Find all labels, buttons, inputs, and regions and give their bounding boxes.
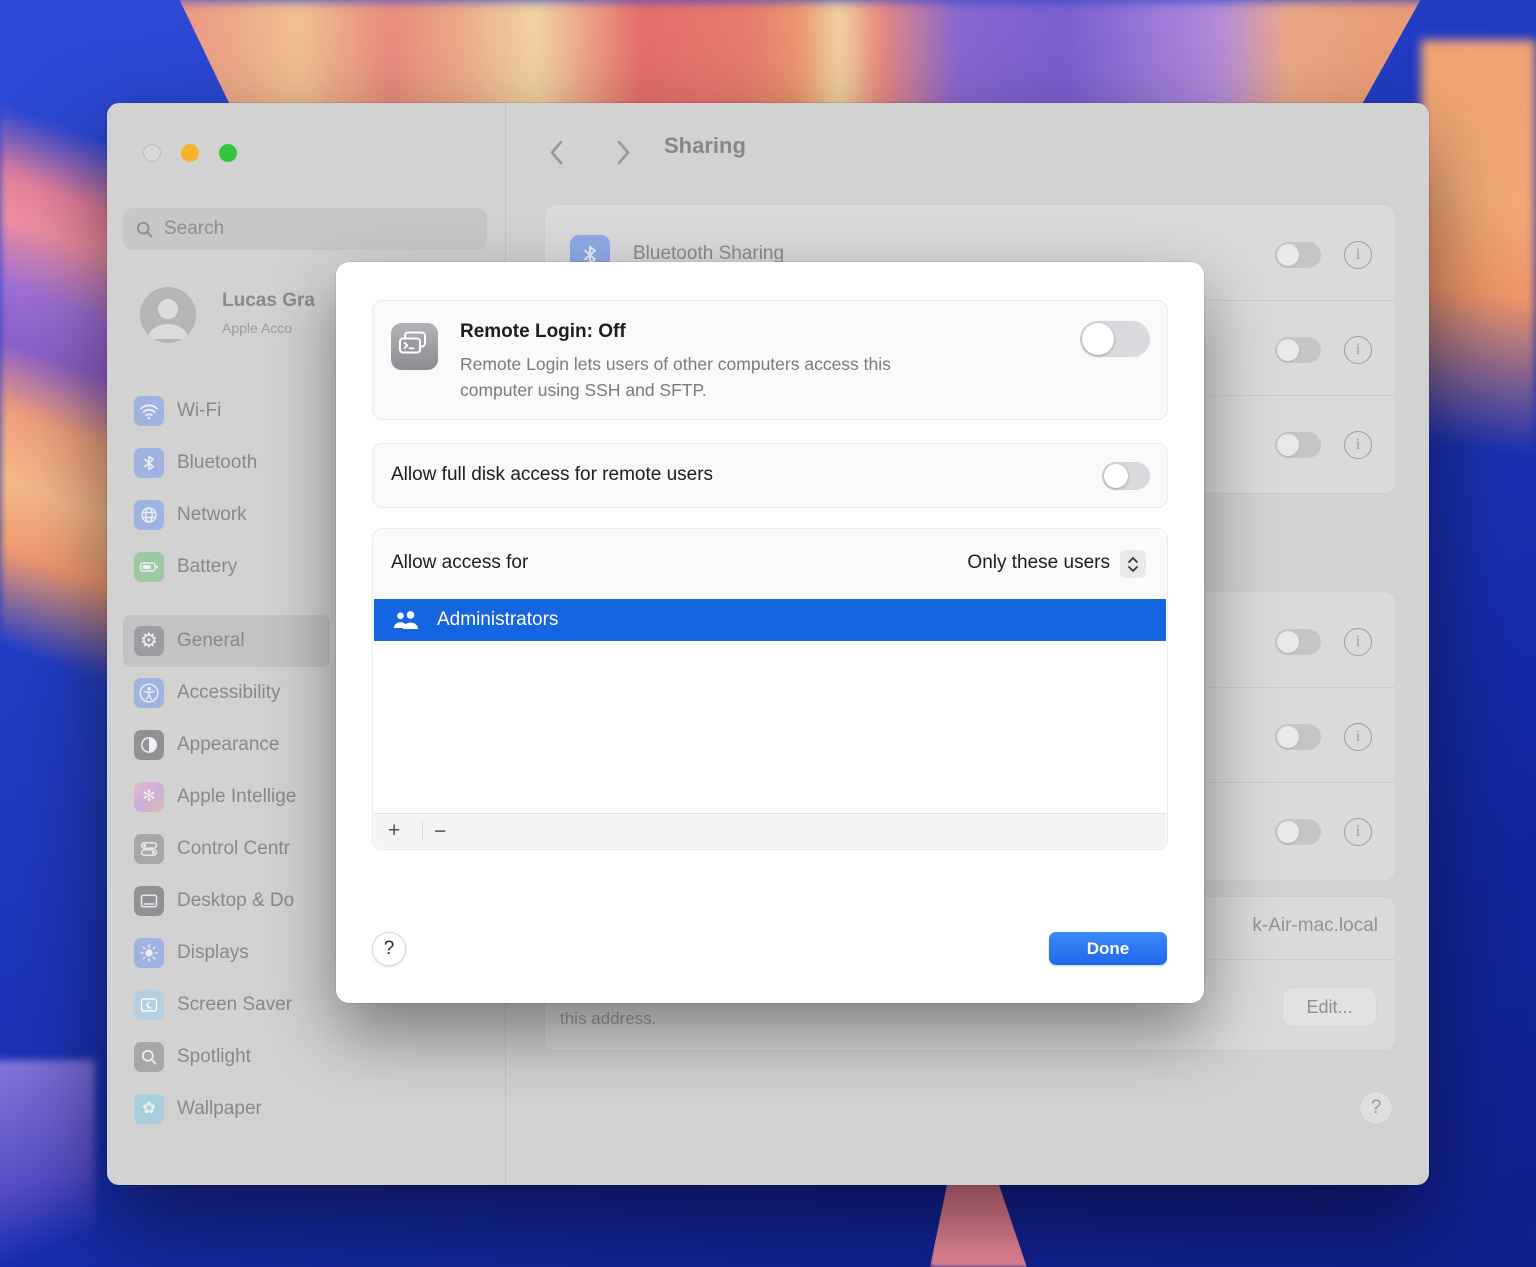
info-button[interactable] [1344,336,1372,364]
toggle-knob [1082,323,1114,355]
zoom-button[interactable] [219,144,237,162]
close-button[interactable] [143,144,161,162]
screensaver-icon [134,990,164,1020]
accessibility-icon [134,678,164,708]
user-group-icon [391,609,421,631]
user-list-row-administrators[interactable]: Administrators [374,599,1166,641]
remote-login-dialog: Remote Login: Off Remote Login lets user… [336,262,1204,1003]
user-list-label: Administrators [437,609,558,631]
service-toggle[interactable] [1275,432,1321,458]
info-button[interactable] [1344,723,1372,751]
full-disk-card: Allow full disk access for remote users [372,443,1168,508]
sidebar-item-label: Battery [177,556,237,578]
bluetooth-icon [134,448,164,478]
appearance-icon [134,730,164,760]
hostname-text: k-Air-mac.local [1252,915,1378,937]
allow-access-card: Allow access for Only these users Admini… [372,528,1168,850]
toggle-knob [1277,726,1299,748]
full-disk-toggle[interactable] [1102,462,1150,490]
service-toggle[interactable] [1275,337,1321,363]
description-line-1: Remote Login lets users of other compute… [460,351,891,377]
toggle-knob [1277,821,1299,843]
info-button[interactable] [1344,431,1372,459]
sidebar-item-label: Desktop & Do [177,890,294,912]
sidebar-item-label: Spotlight [177,1046,251,1068]
info-button[interactable] [1344,241,1372,269]
battery-icon [134,552,164,582]
access-selector-value[interactable]: Only these users [967,552,1110,574]
sidebar-item-label: Bluetooth [177,452,257,474]
toggle-knob [1104,464,1128,488]
spotlight-icon [134,1042,164,1072]
edit-button[interactable]: Edit... [1283,988,1376,1026]
service-toggle[interactable] [1275,242,1321,268]
sidebar-item-label: Displays [177,942,249,964]
display-icon [134,938,164,968]
profile-subtitle: Apple Acco [222,320,292,336]
info-button[interactable] [1344,628,1372,656]
user-list-body[interactable] [374,641,1166,814]
access-selector-stepper[interactable] [1120,550,1146,578]
desktop-dock-icon [134,886,164,916]
toggle-knob [1277,244,1299,266]
wallpaper-right-stripe [1421,40,1536,500]
wallpaper-bottom-left-stripe [0,1060,95,1267]
info-button[interactable] [1344,818,1372,846]
service-toggle[interactable] [1275,724,1321,750]
toggle-knob [1277,631,1299,653]
remote-login-icon [391,323,438,375]
done-button[interactable]: Done [1049,932,1167,965]
avatar[interactable] [140,287,196,343]
apple-intelligence-icon: ✻ [134,782,164,812]
dialog-title: Remote Login: Off [460,321,626,343]
sidebar-item-label: Wallpaper [177,1098,262,1120]
back-chevron-icon[interactable] [548,139,565,171]
address-note: this address. [560,1009,656,1029]
globe-icon [134,500,164,530]
sidebar-item-label: Network [177,504,247,526]
sidebar-item-label: Control Centr [177,838,290,860]
user-list-footer: + − [374,813,1166,848]
toggle-knob [1277,339,1299,361]
remote-login-toggle[interactable] [1080,321,1150,357]
service-toggle[interactable] [1275,819,1321,845]
dialog-description: Remote Login lets users of other compute… [460,351,891,403]
add-user-button[interactable]: + [388,820,400,841]
sidebar-item-label: Screen Saver [177,994,292,1016]
sidebar-item-wallpaper[interactable]: ✿ Wallpaper [123,1083,493,1135]
dialog-help-button[interactable]: ? [372,932,406,966]
forward-chevron-icon[interactable] [615,139,632,171]
page-title: Sharing [664,133,746,159]
desktop: Search Lucas Gra Apple Acco Wi-Fi [0,0,1536,1267]
help-button[interactable]: ? [1360,1092,1392,1124]
wifi-icon [134,396,164,426]
chevron-up-down-icon [1127,556,1139,573]
full-disk-label: Allow full disk access for remote users [391,464,713,486]
remote-login-card: Remote Login: Off Remote Login lets user… [372,300,1168,420]
sidebar-item-label: Appearance [177,734,279,756]
gear-icon: ⚙ [134,626,164,656]
search-placeholder: Search [164,218,224,240]
wallpaper-icon: ✿ [134,1094,164,1124]
control-center-icon [134,834,164,864]
sidebar-item-label: Apple Intellige [177,786,296,808]
toggle-knob [1277,434,1299,456]
sidebar-item-label: Wi-Fi [177,400,221,422]
sidebar-item-general[interactable]: ⚙ General [123,615,330,667]
sidebar-item-label: General [177,630,245,652]
search-icon [135,220,154,239]
service-toggle[interactable] [1275,629,1321,655]
sidebar-item-spotlight[interactable]: Spotlight [123,1031,493,1083]
sidebar-item-label: Accessibility [177,682,280,704]
profile-name[interactable]: Lucas Gra [222,290,315,312]
minimize-button[interactable] [181,144,199,162]
remove-user-button[interactable]: − [434,821,446,842]
footer-divider [422,822,423,840]
description-line-2: computer using SSH and SFTP. [460,377,891,403]
allow-access-label: Allow access for [391,552,528,574]
search-input[interactable]: Search [123,208,487,250]
